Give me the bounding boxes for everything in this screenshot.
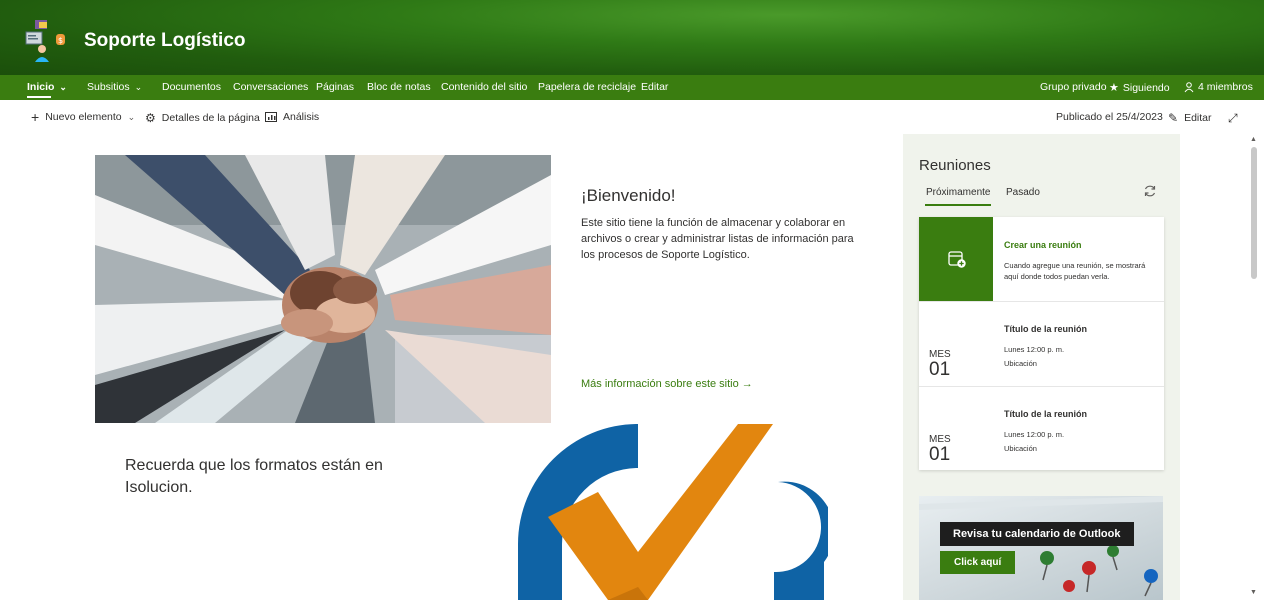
nav-active-indicator (27, 96, 51, 98)
page-details-label: Detalles de la página (161, 112, 260, 124)
create-meeting-item[interactable]: Crear una reunión Cuando agregue una reu… (919, 217, 1164, 301)
meeting-time: Lunes 12:00 p. m. (1004, 345, 1065, 354)
published-date: Publicado el 25/4/2023 (1056, 111, 1163, 123)
meeting-day: 01 (929, 444, 951, 465)
meetings-title: Reuniones (919, 157, 991, 174)
meetings-panel: Reuniones Próximamente Pasado Crear una … (903, 134, 1180, 600)
group-privacy: Grupo privado (1040, 81, 1107, 93)
meeting-item[interactable]: MES 01 Título de la reunión Lunes 12:00 … (919, 387, 1164, 470)
nav-item-papelera[interactable]: Papelera de reciclaje (538, 81, 636, 93)
pencil-icon: ✎ (1168, 111, 1179, 125)
person-icon (1184, 81, 1194, 92)
outlook-banner: Revisa tu calendario de Outlook Click aq… (919, 496, 1163, 600)
nav-label: Subsitios (87, 81, 130, 93)
nav-item-editar[interactable]: Editar (641, 81, 668, 93)
gear-icon: ⚙ (145, 111, 156, 125)
star-icon: ★ (1109, 82, 1119, 94)
command-bar: + Nuevo elemento ⌄ ⚙ Detalles de la pági… (0, 100, 1264, 134)
tab-active-indicator (925, 204, 991, 206)
follow-button[interactable]: ★ Siguiendo (1109, 81, 1170, 95)
create-meeting-tile (919, 217, 993, 301)
nav-item-subsitios[interactable]: Subsitios ⌄ (87, 81, 142, 93)
scroll-thumb[interactable] (1251, 147, 1257, 279)
analytics-button[interactable]: Análisis (265, 111, 319, 123)
nav-item-inicio[interactable]: Inicio ⌄ (27, 81, 67, 93)
follow-label: Siguiendo (1122, 81, 1170, 94)
svg-text:$: $ (58, 36, 63, 45)
team-hands-image (95, 155, 551, 423)
analytics-icon (265, 112, 277, 122)
nav-item-paginas[interactable]: Páginas (316, 81, 354, 93)
site-title[interactable]: Soporte Logístico (84, 30, 246, 52)
outlook-click-button[interactable]: Click aquí (940, 551, 1016, 574)
meeting-location: Ubicación (1004, 359, 1037, 368)
nav-item-conversaciones[interactable]: Conversaciones (233, 81, 308, 93)
plus-icon: + (31, 109, 40, 125)
analytics-label: Análisis (283, 111, 320, 123)
expand-icon[interactable]: ⤢ (1228, 111, 1238, 126)
formats-reminder: Recuerda que los formatos están en Isolu… (125, 457, 383, 496)
members-button[interactable]: 4 miembros (1184, 81, 1253, 93)
tab-past[interactable]: Pasado (1006, 187, 1040, 198)
meeting-item[interactable]: MES 01 Título de la reunión Lunes 12:00 … (919, 302, 1164, 386)
edit-label: Editar (1184, 112, 1212, 124)
meeting-location: Ubicación (1004, 444, 1037, 453)
nav-item-documentos[interactable]: Documentos (162, 81, 221, 93)
edit-page-button[interactable]: ✎ Editar (1168, 111, 1212, 125)
isolucion-logo[interactable] (488, 422, 828, 600)
welcome-description: Este sitio tiene la función de almacenar… (581, 217, 854, 261)
meeting-day: 01 (929, 359, 951, 380)
top-navigation: Inicio ⌄ Subsitios ⌄ Documentos Conversaci… (0, 75, 1264, 100)
members-label: 4 miembros (1198, 81, 1253, 93)
meeting-title: Título de la reunión (1004, 409, 1087, 419)
more-info-link[interactable]: Más información sobre este sitio → (581, 378, 753, 390)
chevron-down-icon: ⌄ (59, 82, 67, 92)
nav-item-bloc-de-notas[interactable]: Bloc de notas (367, 81, 431, 93)
pushpins-image (919, 496, 1163, 597)
new-item-button[interactable]: + Nuevo elemento ⌄ (31, 109, 136, 125)
calendar-add-icon (948, 251, 966, 268)
more-info-label: Más información sobre este sitio (581, 378, 739, 390)
chevron-down-icon: ⌄ (134, 82, 143, 92)
page-details-button[interactable]: ⚙ Detalles de la página (145, 111, 260, 125)
arrow-right-icon: → (741, 378, 753, 390)
isolucion-logo-icon (518, 424, 828, 600)
site-logo-icon[interactable]: $ (22, 18, 70, 64)
create-meeting-title: Crear una reunión (1004, 240, 1082, 250)
scroll-up-arrow-icon[interactable]: ▲ (1250, 136, 1257, 143)
vertical-scrollbar[interactable]: ▲ ▼ (1247, 134, 1264, 600)
nav-item-contenido-del-sitio[interactable]: Contenido del sitio (441, 81, 527, 93)
new-item-label: Nuevo elemento (45, 111, 122, 123)
outlook-banner-title: Revisa tu calendario de Outlook (940, 522, 1134, 546)
meeting-title: Título de la reunión (1004, 324, 1087, 334)
meetings-card: Crear una reunión Cuando agregue una reu… (919, 217, 1164, 470)
tab-upcoming[interactable]: Próximamente (926, 187, 990, 198)
create-meeting-subtitle: Cuando agregue una reunión, se mostrará … (1004, 261, 1146, 281)
meeting-time: Lunes 12:00 p. m. (1004, 430, 1065, 439)
welcome-title: ¡Bienvenido! (581, 186, 676, 205)
refresh-icon[interactable] (1143, 184, 1157, 198)
scroll-down-arrow-icon[interactable]: ▼ (1250, 589, 1257, 596)
chevron-down-icon: ⌄ (127, 111, 136, 122)
hero-image (95, 155, 551, 423)
nav-label: Inicio (27, 81, 55, 93)
site-header: $ Soporte Logístico (0, 0, 1264, 75)
